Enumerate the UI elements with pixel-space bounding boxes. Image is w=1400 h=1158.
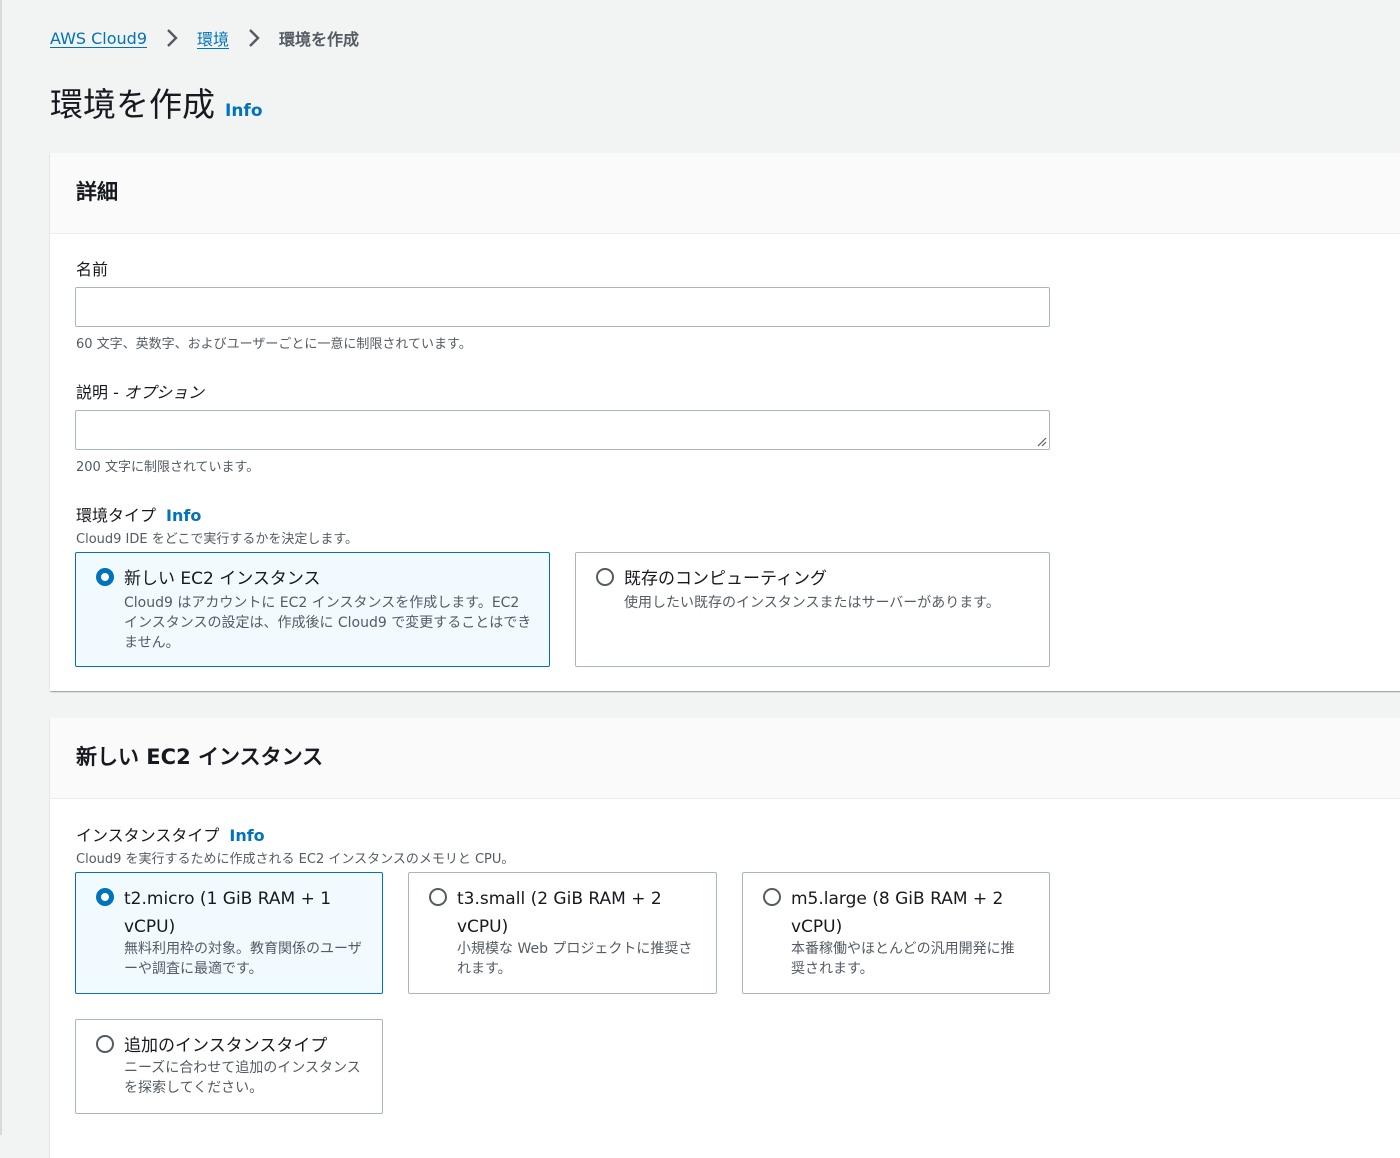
- breadcrumb-environments[interactable]: 環境: [197, 26, 229, 50]
- instance-type-option-additional[interactable]: 追加のインスタンスタイプ ニーズに合わせて追加のインスタンスを探索してください。: [75, 1019, 383, 1114]
- ec2-panel-header: 新しい EC2 インスタンス: [50, 718, 1400, 799]
- details-panel: 詳細 名前 60 文字、英数字、およびユーザーごとに一意に制限されています。 説…: [50, 153, 1400, 691]
- env-type-label-text: 環境タイプ: [76, 506, 157, 525]
- breadcrumb-aws-cloud9[interactable]: AWS Cloud9: [50, 29, 147, 48]
- env-type-option-existing-compute[interactable]: 既存のコンピューティング 使用したい既存のインスタンスまたはサーバーがあります。: [575, 552, 1050, 667]
- env-type-label: 環境タイプ Info: [76, 502, 201, 526]
- radio-unselected-icon[interactable]: [763, 888, 781, 906]
- chevron-right-icon: [167, 29, 178, 47]
- breadcrumb: AWS Cloud9 環境 環境を作成: [50, 26, 359, 50]
- description-label-text: 説明: [76, 383, 109, 402]
- instance-type-option-t2-micro[interactable]: t2.micro (1 GiB RAM + 1 vCPU) 無料利用枠の対象。教…: [75, 872, 383, 994]
- option-description: 小規模な Web プロジェクトに推奨されます。: [457, 941, 693, 977]
- option-title: 追加のインスタンスタイプ: [124, 1036, 328, 1056]
- option-title: 新しい EC2 インスタンス: [124, 569, 321, 589]
- description-optional-separator: -: [108, 383, 124, 402]
- ec2-panel-title: 新しい EC2 インスタンス: [76, 745, 324, 769]
- instance-type-label: インスタンスタイプ Info: [76, 822, 265, 846]
- instance-type-option-m5-large[interactable]: m5.large (8 GiB RAM + 2 vCPU) 本番稼働やほとんどの…: [742, 872, 1050, 994]
- option-description: 無料利用枠の対象。教育関係のユーザーや調査に最適です。: [124, 941, 362, 977]
- description-hint: 200 文字に制限されています。: [76, 460, 260, 475]
- details-panel-header: 詳細: [50, 153, 1400, 234]
- description-optional-text: オプション: [123, 383, 204, 402]
- radio-unselected-icon[interactable]: [596, 568, 614, 586]
- resize-grip-icon[interactable]: [1035, 435, 1047, 447]
- name-hint: 60 文字、英数字、およびユーザーごとに一意に制限されています。: [76, 337, 472, 352]
- radio-unselected-icon[interactable]: [96, 1035, 114, 1053]
- option-description: ニーズに合わせて追加のインスタンスを探索してください。: [124, 1060, 361, 1096]
- breadcrumb-current: 環境を作成: [279, 30, 360, 49]
- instance-type-info-link[interactable]: Info: [229, 826, 264, 845]
- env-type-hint: Cloud9 IDE をどこで実行するかを決定します。: [76, 532, 359, 547]
- name-label: 名前: [76, 260, 109, 279]
- option-description: Cloud9 はアカウントに EC2 インスタンスを作成します。EC2 インスタ…: [124, 595, 532, 651]
- radio-selected-icon[interactable]: [96, 568, 114, 586]
- option-title: m5.large (8 GiB RAM + 2 vCPU): [791, 889, 1004, 937]
- page-info-link[interactable]: Info: [225, 101, 263, 121]
- env-type-option-new-ec2[interactable]: 新しい EC2 インスタンス Cloud9 はアカウントに EC2 インスタンス…: [75, 552, 550, 667]
- instance-type-hint: Cloud9 を実行するために作成される EC2 インスタンスのメモリと CPU…: [76, 852, 515, 867]
- radio-unselected-icon[interactable]: [429, 888, 447, 906]
- description-textarea[interactable]: [75, 410, 1050, 450]
- page-header: 環境を作成 Info: [50, 78, 263, 126]
- radio-selected-icon[interactable]: [96, 888, 114, 906]
- left-edge-divider: [0, 0, 2, 1135]
- details-panel-title: 詳細: [76, 180, 118, 204]
- name-input[interactable]: [75, 287, 1050, 327]
- option-title: 既存のコンピューティング: [624, 569, 827, 589]
- option-description: 本番稼働やほとんどの汎用開発に推奨されます。: [791, 941, 1015, 977]
- env-type-info-link[interactable]: Info: [166, 506, 201, 525]
- instance-type-label-text: インスタンスタイプ: [76, 826, 220, 845]
- description-label: 説明 - オプション: [76, 379, 204, 403]
- option-description: 使用したい既存のインスタンスまたはサーバーがあります。: [624, 595, 1000, 611]
- option-title: t3.small (2 GiB RAM + 2 vCPU): [457, 889, 662, 937]
- chevron-right-icon: [249, 29, 260, 47]
- instance-type-option-t3-small[interactable]: t3.small (2 GiB RAM + 2 vCPU) 小規模な Web プ…: [408, 872, 717, 994]
- page-title: 環境を作成: [50, 85, 215, 124]
- ec2-instance-panel: 新しい EC2 インスタンス インスタンスタイプ Info Cloud9 を実行す…: [50, 718, 1400, 1158]
- option-title: t2.micro (1 GiB RAM + 1 vCPU): [124, 889, 332, 937]
